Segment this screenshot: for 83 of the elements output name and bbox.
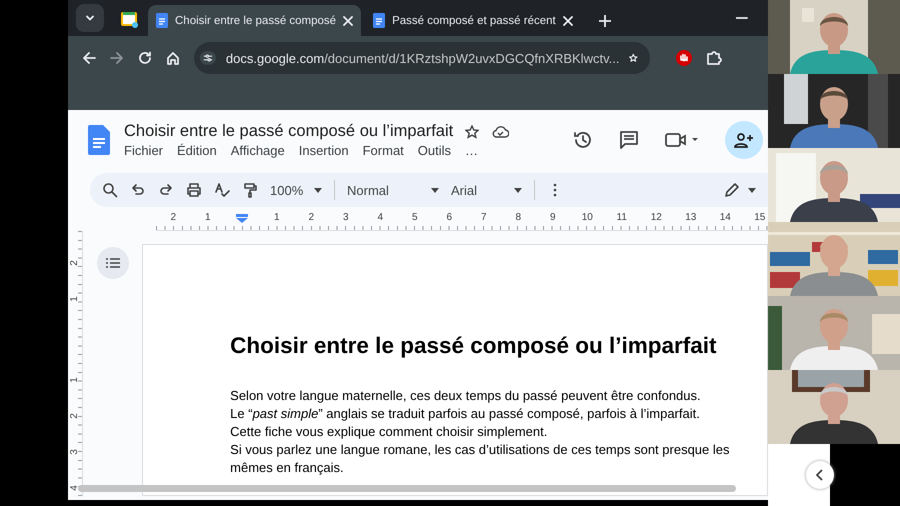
ruler-number: 1 (68, 296, 81, 302)
editing-mode-button[interactable] (724, 182, 756, 198)
ruler-number: 1 (272, 211, 281, 223)
ruler-number: 1 (68, 377, 81, 383)
plus-icon[interactable] (598, 15, 611, 27)
paint-format-icon[interactable] (242, 182, 258, 198)
caret-icon (314, 188, 322, 192)
ruler-number: 1 (204, 211, 212, 223)
ruler-number: 15 (753, 211, 766, 223)
share-button[interactable] (725, 121, 763, 159)
reload-icon[interactable] (138, 51, 152, 65)
star-icon[interactable] (629, 51, 638, 65)
outline-button[interactable] (96, 247, 129, 279)
ruler-number: 5 (410, 211, 419, 223)
pencil-icon (724, 182, 740, 198)
ruler-number: 4 (68, 485, 81, 491)
document-heading: Choisir entre le passé composé ou l’imparfait (230, 333, 718, 359)
history-icon[interactable] (573, 130, 593, 150)
collapse-button[interactable] (806, 461, 834, 489)
ruler-number: 2 (307, 211, 316, 223)
scrollbar[interactable] (78, 485, 736, 492)
ruler-number: 6 (445, 211, 454, 223)
puzzle-icon[interactable] (706, 50, 722, 66)
menu-item[interactable]: Affichage (230, 143, 285, 158)
menu-item[interactable]: Outils (418, 143, 452, 158)
tab-list-button[interactable] (76, 4, 104, 32)
back-arrow-icon[interactable] (82, 51, 96, 65)
star-icon[interactable] (465, 124, 480, 138)
ruler-number: 2 (169, 211, 178, 223)
printer-icon[interactable] (186, 182, 202, 198)
browser-tab[interactable]: Choisir entre le passé composé (148, 5, 362, 36)
comment-icon[interactable] (619, 130, 639, 150)
zoom-dropdown[interactable]: 100% (270, 182, 322, 198)
add-person-icon (734, 132, 754, 148)
menu-item[interactable]: Fichier (124, 143, 164, 158)
ruler-number: 3 (68, 449, 81, 455)
indent-marker-icon[interactable] (236, 214, 248, 223)
docs-logo-icon[interactable] (88, 125, 110, 155)
address-bar[interactable]: docs.google.com/document/d/1KRztshpW2uvxDGCQfnXRBKlwctv... (194, 42, 650, 74)
paragraph: Si vous parlez une langue romane, les cas d’utilisations de ces temps sont presque les mêmes en français. (230, 441, 730, 477)
document-icon (156, 13, 168, 28)
ruler-number: 10 (580, 211, 594, 223)
ruler-number: 14 (718, 211, 732, 223)
spellcheck-icon[interactable] (214, 182, 230, 198)
search-icon[interactable] (102, 182, 118, 198)
close-icon[interactable] (562, 16, 573, 26)
ruler-number: 13 (684, 211, 698, 223)
ruler-number: 12 (650, 211, 663, 223)
forward-arrow-icon[interactable] (110, 51, 124, 65)
paragraph: Cette fiche vous explique comment choisir simplement. (230, 423, 548, 441)
ruler-number: 9 (548, 211, 557, 223)
menu-item[interactable]: Insertion (298, 143, 349, 158)
ruler-number: 4 (376, 211, 384, 223)
ruler-number: 8 (514, 211, 522, 223)
video-camera-icon[interactable] (665, 132, 699, 148)
style-dropdown[interactable]: Normal (347, 182, 439, 198)
ruler-number: 3 (342, 211, 350, 223)
cloud-icon[interactable] (491, 125, 510, 138)
browser-tab[interactable]: Passé composé et passé récent (365, 5, 581, 36)
ruler-number: 7 (480, 211, 488, 223)
menu-item[interactable]: … (465, 143, 478, 158)
undo-icon[interactable] (130, 182, 146, 198)
redo-icon[interactable] (158, 182, 174, 198)
document-title[interactable]: Choisir entre le passé composé ou l’imparfait (124, 122, 454, 141)
url-text: docs.google.com/document/d/1KRztshpW2uvxDGCQfnXRBKlwctv... (226, 50, 620, 66)
menu-item[interactable]: Format (362, 143, 404, 158)
calendar-icon[interactable] (120, 10, 138, 28)
ruler-number: 2 (68, 413, 81, 419)
caret-icon (514, 188, 522, 192)
caret-icon (748, 188, 756, 192)
paragraph: Le “past simple” anglais se traduit parfois au passé composé, parfois à l’imparfait. (230, 405, 701, 423)
font-dropdown[interactable]: Arial (451, 182, 522, 198)
ruler-number: 2 (68, 260, 81, 266)
list-icon (106, 258, 120, 268)
hand-icon[interactable] (676, 50, 692, 66)
paragraph: Selon votre langue maternelle, ces deux temps du passé peuvent être confondus. (230, 387, 702, 405)
ruler-number: 11 (616, 211, 628, 223)
chevron-left-icon (816, 469, 824, 481)
document-icon (373, 13, 386, 28)
caret-icon (431, 188, 439, 192)
close-icon[interactable] (343, 16, 354, 26)
home-icon[interactable] (166, 51, 180, 65)
menu-item[interactable]: Édition (177, 143, 217, 158)
